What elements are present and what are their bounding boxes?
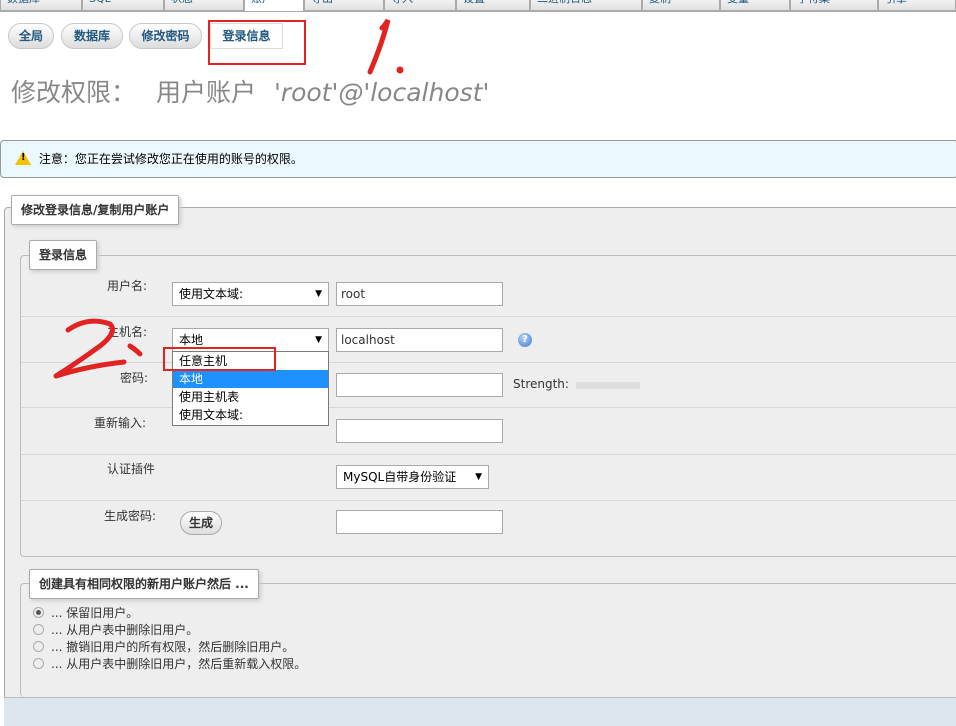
- username-type-value: 使用文本域:: [179, 287, 244, 301]
- login-info-legend: 登录信息: [29, 240, 98, 270]
- radio-button[interactable]: [33, 658, 44, 669]
- password-input[interactable]: [336, 373, 503, 397]
- hostname-option-local[interactable]: 本地: [173, 370, 328, 388]
- username-type-select[interactable]: 使用文本域: ▼: [172, 282, 329, 306]
- notice-bar: 注意：您正在尝试修改您正在使用的账号的权限。: [0, 140, 956, 178]
- annotation-box-any-host: [163, 347, 276, 371]
- top-tab-settings[interactable]: 设置: [456, 0, 530, 11]
- radio-button[interactable]: [33, 641, 44, 652]
- hostname-option-text-field[interactable]: 使用文本域:: [173, 406, 328, 424]
- top-tab-strip: 数据库 SQL 状态 账户 导出 导入 设置 二进制日志 复制 变量 字符集 引…: [0, 0, 956, 12]
- radio-option-keep[interactable]: ... 保留旧用户。: [33, 606, 138, 620]
- retype-password-input[interactable]: [336, 419, 503, 443]
- generate-password-button[interactable]: 生成: [180, 511, 222, 535]
- auth-plugin-select[interactable]: MySQL自带身份验证 ▼: [336, 465, 489, 489]
- radio-label: ... 从用户表中删除旧用户，然后重新载入权限。: [51, 657, 307, 671]
- row-separator: [21, 500, 956, 501]
- top-tab-import[interactable]: 导入: [384, 0, 456, 11]
- top-tab-engines[interactable]: 引擎: [878, 0, 956, 11]
- top-tab-sql[interactable]: SQL: [82, 0, 164, 11]
- hostname-option-host-table[interactable]: 使用主机表: [173, 388, 328, 406]
- chevron-down-icon: ▼: [315, 335, 322, 345]
- warning-icon: [15, 151, 31, 165]
- row-separator: [21, 407, 956, 408]
- top-tab-status[interactable]: 状态: [164, 0, 244, 11]
- username-label: 用户名:: [107, 279, 148, 293]
- top-tab-export[interactable]: 导出: [304, 0, 384, 11]
- top-tab-accounts[interactable]: 账户: [244, 0, 304, 11]
- hostname-input[interactable]: localhost: [336, 328, 503, 352]
- annotation-box-login-tab: [208, 20, 306, 65]
- subtab-database[interactable]: 数据库: [61, 23, 123, 49]
- generate-password-label: 生成密码:: [104, 509, 157, 523]
- bottom-bar: [4, 697, 956, 726]
- username-input[interactable]: root: [336, 282, 503, 306]
- radio-label: ... 保留旧用户。: [51, 606, 139, 620]
- annotation-number-two: [53, 318, 143, 379]
- change-login-legend: 修改登录信息/复制用户账户: [11, 195, 180, 225]
- generated-password-input[interactable]: [336, 510, 503, 534]
- strength-meter: [576, 382, 640, 389]
- row-separator: [21, 454, 956, 455]
- notice-text: 注意：您正在尝试修改您正在使用的账号的权限。: [38, 152, 303, 166]
- auth-plugin-label: 认证插件: [107, 462, 156, 476]
- strength-label: Strength:: [513, 377, 569, 391]
- subtab-global[interactable]: 全局: [8, 23, 54, 49]
- top-tab-charsets[interactable]: 字符集: [790, 0, 878, 11]
- top-tab-variables[interactable]: 变量: [720, 0, 790, 11]
- top-tab-databases[interactable]: 数据库: [0, 0, 82, 11]
- auth-plugin-value: MySQL自带身份验证: [343, 470, 457, 484]
- top-tab-binlog[interactable]: 二进制日志: [530, 0, 642, 11]
- hostname-type-value: 本地: [179, 333, 204, 347]
- radio-option-delete-reload[interactable]: ... 从用户表中删除旧用户，然后重新载入权限。: [33, 657, 306, 671]
- radio-option-delete[interactable]: ... 从用户表中删除旧用户。: [33, 623, 198, 637]
- annotation-number-one: [367, 18, 404, 75]
- subtab-change-password[interactable]: 修改密码: [129, 23, 202, 49]
- radio-button[interactable]: [33, 624, 44, 635]
- help-icon[interactable]: ?: [518, 333, 532, 347]
- chevron-down-icon: ▼: [315, 289, 322, 299]
- chevron-down-icon: ▼: [475, 472, 482, 482]
- radio-label: ... 从用户表中删除旧用户。: [51, 623, 199, 637]
- title-prefix: 修改权限：: [11, 78, 137, 107]
- radio-button[interactable]: [33, 607, 44, 618]
- create-user-legend: 创建具有相同权限的新用户账户然后 ...: [29, 569, 259, 599]
- radio-option-revoke-delete[interactable]: ... 撤销旧用户的所有权限，然后删除旧用户。: [33, 640, 294, 654]
- top-tab-replication[interactable]: 复制: [642, 0, 720, 11]
- retype-label: 重新输入:: [94, 416, 147, 430]
- title-account-label: 用户账户: [155, 78, 256, 107]
- radio-label: ... 撤销旧用户的所有权限，然后删除旧用户。: [51, 640, 295, 654]
